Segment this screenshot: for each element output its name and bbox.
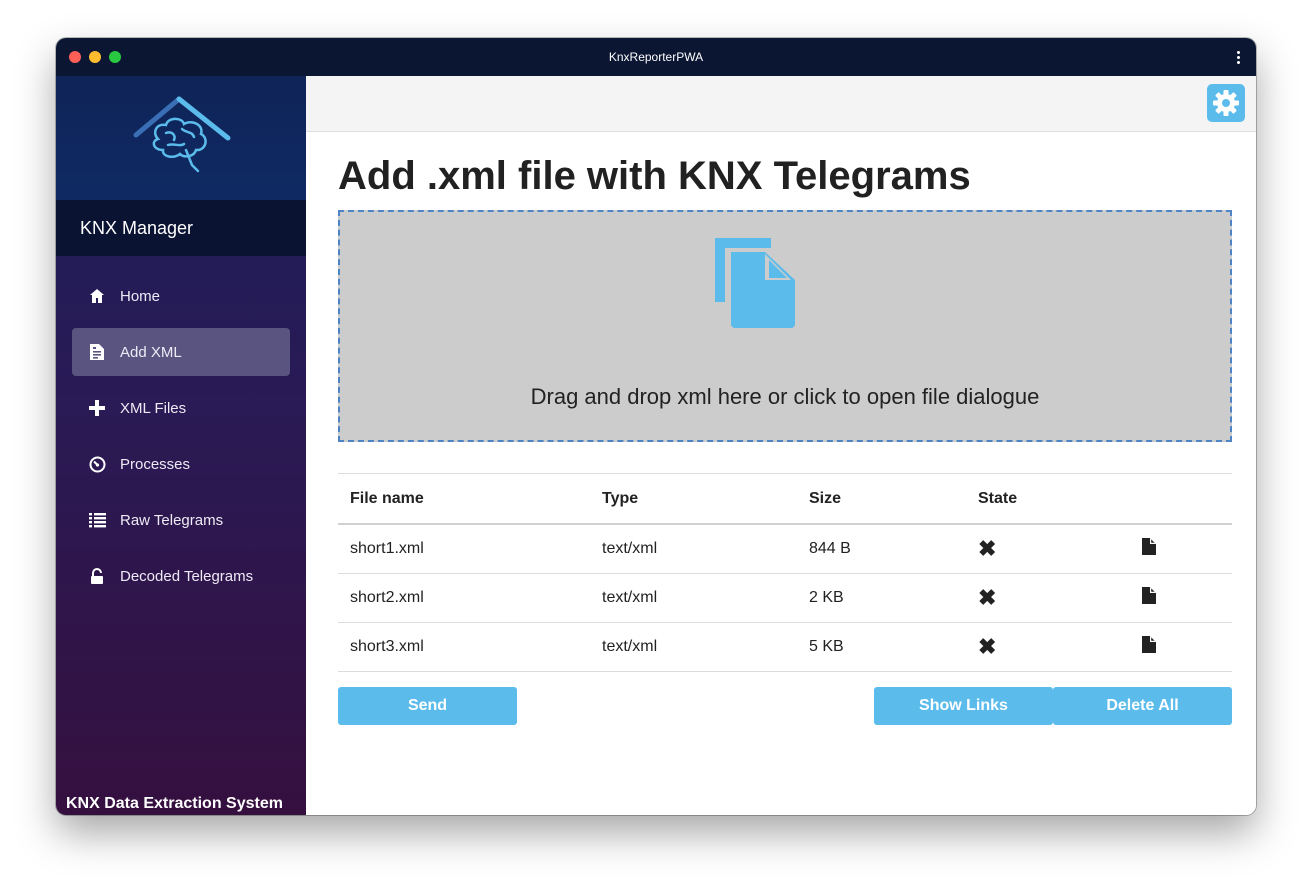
action-cell	[1130, 524, 1232, 574]
file-icon[interactable]	[1142, 587, 1156, 609]
file-icon[interactable]	[1142, 636, 1156, 658]
minimize-window-button[interactable]	[89, 51, 101, 63]
delete-all-button[interactable]: Delete All	[1053, 687, 1232, 725]
file-type-cell: text/xml	[590, 573, 797, 623]
settings-button[interactable]	[1207, 84, 1245, 122]
table-row: short2.xml text/xml 2 KB ✖	[338, 573, 1232, 623]
app-window: KnxReporterPWA KNX Manager Home Add XML …	[56, 38, 1256, 815]
content-area: Add .xml file with KNX Telegrams Drag an…	[306, 154, 1256, 725]
file-dropzone[interactable]: Drag and drop xml here or click to open …	[338, 210, 1232, 442]
title-bar: KnxReporterPWA	[56, 38, 1256, 76]
column-header-type: Type	[590, 473, 797, 525]
app-brand: KNX Manager	[56, 200, 306, 256]
file-size-cell: 5 KB	[797, 622, 966, 672]
sidebar-item-label: Home	[120, 287, 161, 305]
files-table: File name Type Size State short1.xml tex…	[338, 473, 1232, 672]
sidebar-footer: KNX Data Extraction System	[66, 795, 283, 812]
column-header-file-name: File name	[338, 473, 590, 525]
sidebar-item-raw-telegrams[interactable]: Raw Telegrams	[72, 496, 290, 544]
dropzone-text: Drag and drop xml here or click to open …	[530, 384, 1040, 409]
close-window-button[interactable]	[69, 51, 81, 63]
sidebar-item-processes[interactable]: Processes	[72, 440, 290, 488]
window-controls	[69, 51, 121, 63]
sidebar-item-label: XML Files	[120, 399, 187, 417]
page-title: Add .xml file with KNX Telegrams	[338, 154, 971, 198]
sidebar-item-add-xml[interactable]: Add XML	[72, 328, 290, 376]
column-header-actions	[1130, 473, 1232, 525]
document-list-icon	[88, 343, 106, 361]
close-icon[interactable]: ✖	[978, 586, 996, 609]
home-icon	[88, 287, 106, 305]
file-name-cell: short3.xml	[338, 622, 590, 672]
sidebar-nav: Home Add XML XML Files Processes Raw Tel…	[56, 256, 306, 600]
state-cell: ✖	[966, 622, 1130, 672]
file-size-cell: 844 B	[797, 524, 966, 574]
copy-file-icon	[713, 236, 797, 337]
sidebar-item-label: Decoded Telegrams	[120, 567, 254, 585]
brain-house-logo-icon	[133, 96, 231, 173]
plus-icon	[88, 399, 106, 417]
file-icon[interactable]	[1142, 538, 1156, 560]
top-toolbar	[306, 76, 1256, 132]
sidebar-item-label: Processes	[120, 455, 191, 473]
list-icon	[88, 511, 106, 529]
file-name-cell: short2.xml	[338, 573, 590, 623]
sidebar-item-label: Add XML	[120, 343, 182, 361]
send-button[interactable]: Send	[338, 687, 517, 725]
file-type-cell: text/xml	[590, 622, 797, 672]
state-cell: ✖	[966, 524, 1130, 574]
show-links-button[interactable]: Show Links	[874, 687, 1053, 725]
file-type-cell: text/xml	[590, 524, 797, 574]
main-content: Add .xml file with KNX Telegrams Drag an…	[306, 76, 1256, 815]
action-cell	[1130, 573, 1232, 623]
table-header-row: File name Type Size State	[338, 473, 1232, 525]
dashboard-icon	[88, 455, 106, 473]
sidebar: KNX Manager Home Add XML XML Files Proce…	[56, 76, 306, 815]
column-header-size: Size	[797, 473, 966, 525]
sidebar-item-xml-files[interactable]: XML Files	[72, 384, 290, 432]
file-name-cell: short1.xml	[338, 524, 590, 574]
column-header-state: State	[966, 473, 1130, 525]
close-icon[interactable]: ✖	[978, 635, 996, 658]
close-icon[interactable]: ✖	[978, 537, 996, 560]
action-cell	[1130, 622, 1232, 672]
logo	[56, 76, 306, 200]
gear-icon	[1213, 90, 1239, 116]
table-row: short3.xml text/xml 5 KB ✖	[338, 622, 1232, 672]
action-buttons: Send Show Links Delete All	[338, 687, 1232, 725]
maximize-window-button[interactable]	[109, 51, 121, 63]
sidebar-item-decoded-telegrams[interactable]: Decoded Telegrams	[72, 552, 290, 600]
sidebar-item-home[interactable]: Home	[72, 272, 290, 320]
file-size-cell: 2 KB	[797, 573, 966, 623]
sidebar-item-label: Raw Telegrams	[120, 511, 224, 529]
table-row: short1.xml text/xml 844 B ✖	[338, 524, 1232, 574]
unlock-icon	[88, 567, 106, 585]
state-cell: ✖	[966, 573, 1130, 623]
more-menu-icon[interactable]	[1230, 49, 1246, 65]
window-title: KnxReporterPWA	[608, 50, 704, 64]
